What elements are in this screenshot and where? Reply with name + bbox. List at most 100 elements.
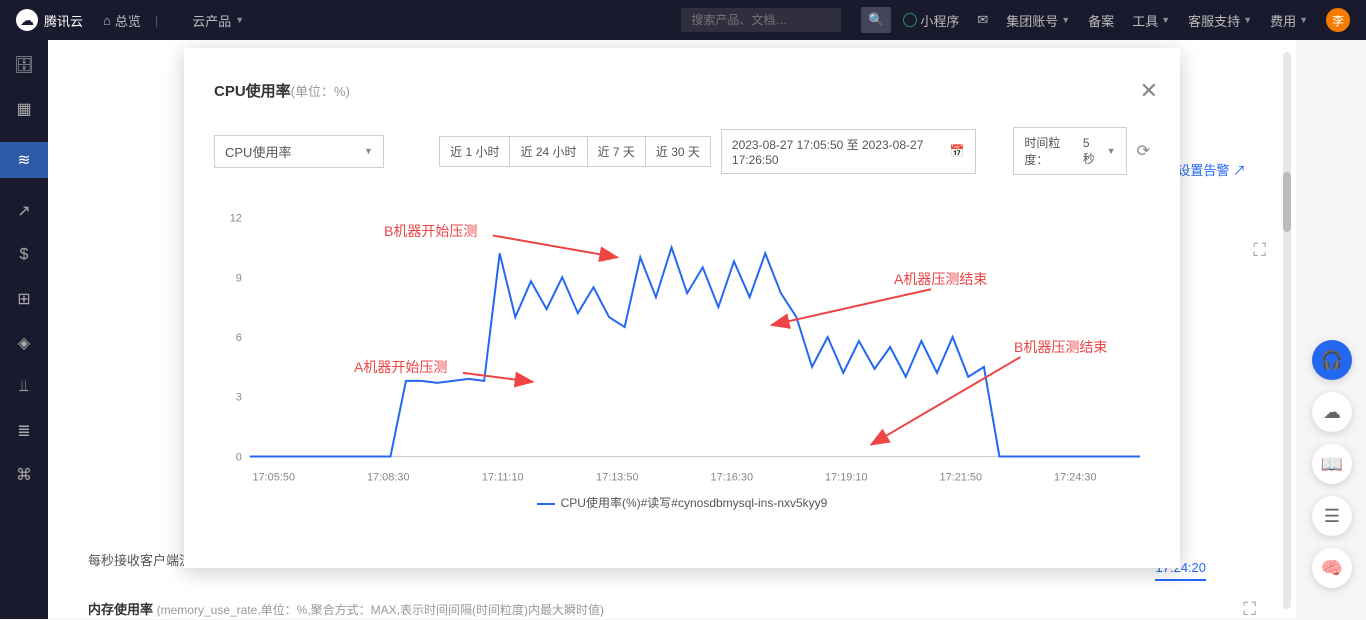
mail-icon[interactable]: ✉ [977,12,988,28]
terminal-icon[interactable]: ⌘ [13,464,35,486]
range-24h[interactable]: 近 24 小时 [510,137,587,166]
chevron-down-icon: ▼ [1107,146,1116,156]
chevron-down-icon: ▼ [1299,15,1308,25]
x-tick: 17:08:30 [367,471,410,483]
chart-toolbar: CPU使用率 ▼ 近 1 小时 近 24 小时 近 7 天 近 30 天 202… [214,127,1150,175]
calendar-icon: 📅 [950,144,965,158]
metric-select-value: CPU使用率 [225,142,291,161]
brand-text: 腾讯云 [44,11,83,30]
layers-icon[interactable]: ≣ [13,420,35,442]
gran-label: 时间粒度： [1024,134,1075,168]
trend-icon[interactable]: ↗ [13,200,35,222]
fullscreen-icon-2[interactable]: ⛶ [1243,599,1256,620]
list-icon[interactable]: ☰ [1312,496,1352,536]
modal-unit: (单位：%) [291,84,350,99]
annot-b-start: B机器开始压测 [384,221,477,241]
nav-fees[interactable]: 费用 ▼ [1270,11,1308,30]
x-tick: 17:05:50 [252,471,295,483]
date-range-picker[interactable]: 2023-08-27 17:05:50 至 2023-08-27 17:26:5… [721,129,976,174]
search-button[interactable]: 🔍 [861,7,891,33]
annot-a-end: A机器压测结束 [894,269,987,289]
set-alarm-label: 设置告警 [1177,163,1229,178]
nav-tools[interactable]: 工具 ▼ [1132,11,1170,30]
x-tick: 17:24:30 [1054,471,1097,483]
book-icon[interactable]: 📖 [1312,444,1352,484]
nav-account[interactable]: 集团账号 ▼ [1006,11,1070,30]
circle-icon [903,13,917,27]
scrollbar[interactable] [1283,52,1291,609]
y-tick: 0 [236,451,242,463]
nav-tools-label: 工具 [1132,11,1158,30]
search-icon: 🔍 [868,12,884,28]
nav-beian[interactable]: 备案 [1088,11,1114,30]
nav-account-label: 集团账号 [1006,11,1058,30]
cloud-icon: ☁ [16,9,38,31]
nav-overview-label: 总览 [115,11,141,30]
search-input[interactable] [681,8,841,32]
chart-area: 0 3 6 9 12 17:05:50 17:08:30 17:11:10 17… [214,197,1150,527]
range-1h[interactable]: 近 1 小时 [440,137,510,166]
range-7d[interactable]: 近 7 天 [588,137,646,166]
fullscreen-icon[interactable]: ⛶ [1253,240,1266,261]
nav-overview[interactable]: ⌂ 总览 [103,11,141,30]
cloud2-icon[interactable]: ☁ [1312,392,1352,432]
search-wrap: 🔍 [681,7,891,33]
topbar: ☁ 腾讯云 ⌂ 总览 | 云产品 ▼ 🔍 小程序 ✉ 集团账号 ▼ 备案 工具 … [0,0,1366,40]
brand[interactable]: ☁ 腾讯云 [16,9,83,31]
headset-icon[interactable]: 🎧 [1312,340,1352,380]
refresh-icon[interactable]: ⟳ [1137,141,1150,161]
avatar[interactable]: 李 [1326,8,1350,32]
range-buttons: 近 1 小时 近 24 小时 近 7 天 近 30 天 [439,136,711,167]
cube-icon[interactable]: ◈ [13,332,35,354]
granularity-select[interactable]: 时间粒度： 5秒 ▼ [1013,127,1126,175]
legend-swatch [537,503,555,505]
x-tick: 17:16:30 [710,471,753,483]
nav-products-label: 云产品 [192,11,231,30]
set-alarm-link[interactable]: 设置告警 ↗ [1177,160,1246,179]
metric-row-2: 内存使用率 (memory_use_rate,单位：%,聚合方式：MAX,表示时… [88,599,1256,620]
y-tick: 12 [230,213,242,225]
table-icon[interactable]: ⊞ [13,288,35,310]
gran-value: 5秒 [1083,136,1099,167]
topbar-right: 小程序 ✉ 集团账号 ▼ 备案 工具 ▼ 客服支持 ▼ 费用 ▼ 李 [903,8,1350,32]
nav-fees-label: 费用 [1270,11,1296,30]
stack-icon[interactable]: ≋ [0,142,48,178]
x-tick: 17:11:10 [482,471,524,483]
chevron-down-icon: ▼ [235,15,244,25]
chart-modal: CPU使用率(单位：%) ✕ CPU使用率 ▼ 近 1 小时 近 24 小时 近… [184,48,1180,568]
x-tick: 17:19:10 [825,471,868,483]
leftbar: 🗄 ▦ ≋ ↗ $ ⊞ ◈ ⫫ ≣ ⌘ [0,40,48,619]
dollar-icon[interactable]: $ [13,244,35,266]
data-line [250,247,1140,456]
nav-support-label: 客服支持 [1188,11,1240,30]
metric-select[interactable]: CPU使用率 ▼ [214,135,384,168]
y-tick: 3 [236,392,242,404]
legend-text: CPU使用率(%)#读写#cynosdbmysql-ins-nxv5kyy9 [561,496,828,510]
float-actions: 🎧 ☁ 📖 ☰ 🧠 [1312,340,1352,588]
chart-svg: 0 3 6 9 12 17:05:50 17:08:30 17:11:10 17… [214,197,1150,487]
chevron-down-icon: ▼ [364,146,373,156]
nav-miniapp-label: 小程序 [920,11,959,30]
annot-b-end: B机器压测结束 [1014,337,1107,357]
x-tick: 17:13:50 [596,471,639,483]
close-icon[interactable]: ✕ [1140,78,1158,104]
date-range-text: 2023-08-27 17:05:50 至 2023-08-27 17:26:5… [732,136,942,167]
scrollbar-thumb[interactable] [1283,172,1291,232]
range-30d[interactable]: 近 30 天 [646,137,710,166]
y-tick: 9 [236,272,242,284]
nav-miniapp[interactable]: 小程序 [903,11,959,30]
nav-products[interactable]: 云产品 ▼ [192,11,244,30]
x-tick: 17:21:50 [940,471,983,483]
home-icon: ⌂ [103,13,111,28]
brain-icon[interactable]: 🧠 [1312,548,1352,588]
metric-title: 内存使用率 (memory_use_rate,单位：%,聚合方式：MAX,表示时… [88,599,604,620]
separator: | [155,13,158,28]
db-icon[interactable]: 🗄 [13,54,35,76]
nav-support[interactable]: 客服支持 ▼ [1188,11,1252,30]
metric-title-text: 内存使用率 [88,602,153,617]
y-tick: 6 [236,332,242,344]
modal-title-text: CPU使用率 [214,83,291,100]
grid-icon[interactable]: ▦ [13,98,35,120]
chart-icon[interactable]: ⫫ [13,376,35,398]
chart-legend: CPU使用率(%)#读写#cynosdbmysql-ins-nxv5kyy9 [214,494,1150,511]
